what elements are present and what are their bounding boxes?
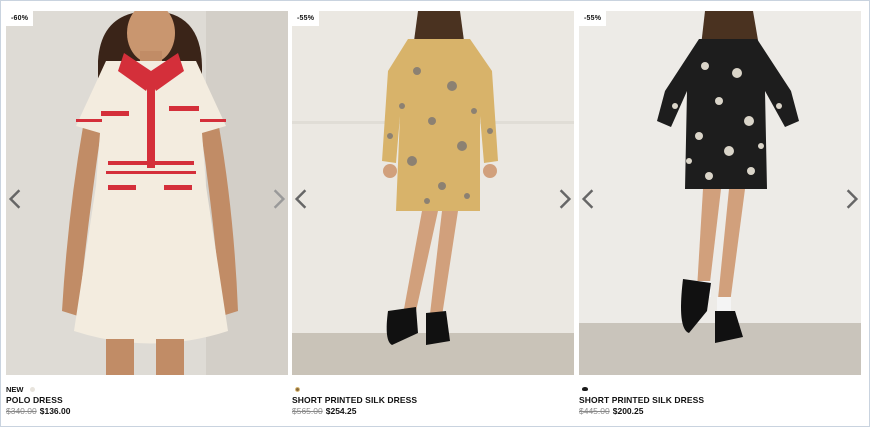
product-info: SHORT PRINTED SILK DRESS $565.00 $254.25 <box>292 375 574 416</box>
original-price: $340.00 <box>6 406 37 416</box>
new-tag: NEW <box>6 384 24 394</box>
chevron-left-icon[interactable] <box>8 189 22 209</box>
product-tagline <box>579 384 861 394</box>
product-card[interactable]: -55% SHORT PRINTED SILK DRESS $445.00 $20… <box>579 11 861 416</box>
product-price: $445.00 $200.25 <box>579 406 861 416</box>
product-tagline: NEW <box>6 384 288 394</box>
product-image[interactable]: -55% <box>292 11 574 375</box>
product-name[interactable]: POLO DRESS <box>6 395 288 405</box>
product-card[interactable]: -60% NEW POLO DRESS $340.00 $136.00 <box>6 11 288 416</box>
printed-dress-photo <box>292 11 574 375</box>
product-price: $340.00 $136.00 <box>6 406 288 416</box>
black-floral-dress-photo <box>579 11 861 375</box>
product-tagline <box>292 384 574 394</box>
color-swatch[interactable] <box>582 387 588 391</box>
product-name[interactable]: SHORT PRINTED SILK DRESS <box>292 395 574 405</box>
color-swatch[interactable] <box>295 386 300 392</box>
chevron-right-icon[interactable] <box>272 189 286 209</box>
product-info: SHORT PRINTED SILK DRESS $445.00 $200.25 <box>579 375 861 416</box>
original-price: $445.00 <box>579 406 610 416</box>
product-info: NEW POLO DRESS $340.00 $136.00 <box>6 375 288 417</box>
sale-price: $254.25 <box>325 406 357 416</box>
polo-dress-photo <box>6 11 288 375</box>
product-card[interactable]: -55% SHORT PRINTED SILK DRESS $565.00 $25… <box>292 11 574 416</box>
sale-price: $136.00 <box>39 406 71 416</box>
chevron-left-icon[interactable] <box>581 189 595 209</box>
color-swatch[interactable] <box>29 386 35 392</box>
product-image[interactable]: -55% <box>579 11 861 375</box>
product-image[interactable]: -60% <box>6 11 288 375</box>
product-name[interactable]: SHORT PRINTED SILK DRESS <box>579 395 861 405</box>
chevron-left-icon[interactable] <box>294 189 308 209</box>
chevron-right-icon[interactable] <box>845 189 859 209</box>
product-price: $565.00 $254.25 <box>292 406 574 416</box>
chevron-right-icon[interactable] <box>558 189 572 209</box>
sale-price: $200.25 <box>612 406 644 416</box>
original-price: $565.00 <box>292 406 323 416</box>
